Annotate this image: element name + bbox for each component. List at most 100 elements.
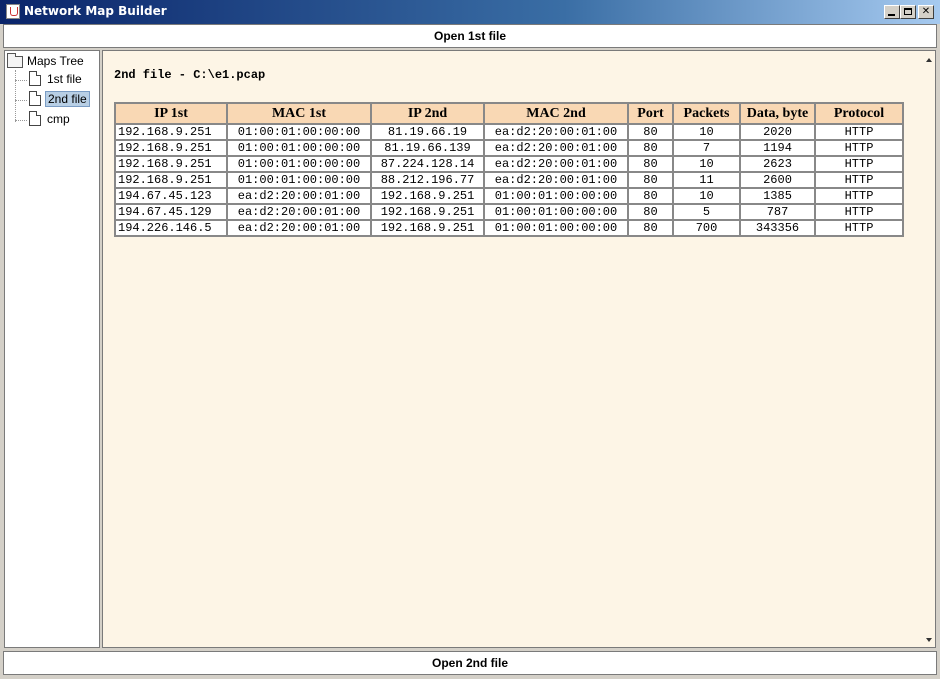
tree-root-label: Maps Tree <box>27 54 84 68</box>
table-row[interactable]: 194.226.146.5 ea:d2:20:00:01:00 192.168.… <box>114 219 904 237</box>
connections-table: IP 1st MAC 1st IP 2nd MAC 2nd Port Packe… <box>114 102 904 237</box>
cell-data-byte: 2623 <box>739 155 816 173</box>
cell-ip-2nd: 87.224.128.14 <box>370 155 485 173</box>
column-header-ip-2nd: IP 2nd <box>370 102 485 125</box>
cell-mac-2nd: ea:d2:20:00:01:00 <box>483 155 629 173</box>
folder-icon <box>7 53 23 68</box>
cell-packets: 10 <box>672 155 741 173</box>
cell-ip-2nd: 192.168.9.251 <box>370 187 485 205</box>
cell-protocol: HTTP <box>814 187 904 205</box>
open-first-file-button[interactable]: Open 1st file <box>3 24 937 48</box>
content-panel: 2nd file - C:\e1.pcap IP 1st MAC 1st IP … <box>102 50 936 648</box>
maximize-button[interactable] <box>900 5 916 19</box>
cell-protocol: HTTP <box>814 219 904 237</box>
cell-ip-2nd: 192.168.9.251 <box>370 219 485 237</box>
cell-mac-2nd: 01:00:01:00:00:00 <box>483 187 629 205</box>
column-header-packets: Packets <box>672 102 741 125</box>
title-bar[interactable]: Network Map Builder ✕ <box>0 0 940 24</box>
cell-data-byte: 1385 <box>739 187 816 205</box>
cell-ip-1st: 192.168.9.251 <box>114 171 228 189</box>
table-row[interactable]: 192.168.9.251 01:00:01:00:00:00 87.224.1… <box>114 155 904 173</box>
column-header-port: Port <box>627 102 674 125</box>
table-row[interactable]: 194.67.45.123 ea:d2:20:00:01:00 192.168.… <box>114 187 904 205</box>
column-header-data-byte: Data, byte <box>739 102 816 125</box>
table-header-row: IP 1st MAC 1st IP 2nd MAC 2nd Port Packe… <box>114 102 904 125</box>
cell-packets: 7 <box>672 139 741 157</box>
cell-mac-1st: ea:d2:20:00:01:00 <box>226 187 372 205</box>
cell-ip-1st: 194.67.45.129 <box>114 203 228 221</box>
cell-packets: 11 <box>672 171 741 189</box>
window-title: Network Map Builder <box>24 4 167 18</box>
cell-mac-1st: ea:d2:20:00:01:00 <box>226 203 372 221</box>
cell-port: 80 <box>627 123 674 141</box>
file-icon <box>29 111 41 126</box>
open-second-file-button[interactable]: Open 2nd file <box>3 651 937 675</box>
minimize-button[interactable] <box>884 5 900 19</box>
cell-data-byte: 2020 <box>739 123 816 141</box>
cell-port: 80 <box>627 219 674 237</box>
cell-protocol: HTTP <box>814 203 904 221</box>
cell-protocol: HTTP <box>814 155 904 173</box>
tree-connector <box>15 80 27 81</box>
cell-ip-2nd: 81.19.66.19 <box>370 123 485 141</box>
file-icon <box>29 71 41 86</box>
scroll-down-arrow-icon[interactable] <box>924 634 934 646</box>
cell-mac-2nd: 01:00:01:00:00:00 <box>483 203 629 221</box>
table-row[interactable]: 192.168.9.251 01:00:01:00:00:00 88.212.1… <box>114 171 904 189</box>
cell-ip-1st: 194.67.45.123 <box>114 187 228 205</box>
vertical-scrollbar[interactable] <box>923 51 935 647</box>
cell-port: 80 <box>627 187 674 205</box>
column-header-protocol: Protocol <box>814 102 904 125</box>
tree-item-label: cmp <box>47 112 70 126</box>
cell-mac-1st: 01:00:01:00:00:00 <box>226 139 372 157</box>
cell-mac-1st: 01:00:01:00:00:00 <box>226 171 372 189</box>
tree-item-label: 1st file <box>47 72 82 86</box>
cell-packets: 700 <box>672 219 741 237</box>
cell-mac-1st: 01:00:01:00:00:00 <box>226 155 372 173</box>
tree-item-label: 2nd file <box>45 91 90 107</box>
cell-ip-2nd: 192.168.9.251 <box>370 203 485 221</box>
cell-port: 80 <box>627 203 674 221</box>
cell-ip-2nd: 88.212.196.77 <box>370 171 485 189</box>
cell-port: 80 <box>627 171 674 189</box>
cell-mac-2nd: 01:00:01:00:00:00 <box>483 219 629 237</box>
cell-ip-1st: 192.168.9.251 <box>114 155 228 173</box>
cell-data-byte: 787 <box>739 203 816 221</box>
tree-connector <box>15 70 16 122</box>
cell-mac-2nd: ea:d2:20:00:01:00 <box>483 139 629 157</box>
tree-connector <box>15 120 27 121</box>
table-row[interactable]: 192.168.9.251 01:00:01:00:00:00 81.19.66… <box>114 139 904 157</box>
cell-mac-1st: ea:d2:20:00:01:00 <box>226 219 372 237</box>
cell-ip-1st: 192.168.9.251 <box>114 123 228 141</box>
cell-ip-1st: 194.226.146.5 <box>114 219 228 237</box>
cell-mac-2nd: ea:d2:20:00:01:00 <box>483 123 629 141</box>
cell-packets: 10 <box>672 187 741 205</box>
app-window: Network Map Builder ✕ Open 1st file Maps… <box>0 0 940 679</box>
tree-connector <box>15 100 27 101</box>
cell-packets: 10 <box>672 123 741 141</box>
cell-data-byte: 2600 <box>739 171 816 189</box>
column-header-mac-2nd: MAC 2nd <box>483 102 629 125</box>
cell-data-byte: 343356 <box>739 219 816 237</box>
cell-protocol: HTTP <box>814 171 904 189</box>
cell-mac-2nd: ea:d2:20:00:01:00 <box>483 171 629 189</box>
close-button[interactable]: ✕ <box>918 5 934 19</box>
cell-port: 80 <box>627 155 674 173</box>
column-header-mac-1st: MAC 1st <box>226 102 372 125</box>
java-cup-icon <box>6 4 20 19</box>
cell-protocol: HTTP <box>814 139 904 157</box>
file-title: 2nd file - C:\e1.pcap <box>114 68 266 82</box>
cell-ip-2nd: 81.19.66.139 <box>370 139 485 157</box>
cell-port: 80 <box>627 139 674 157</box>
cell-packets: 5 <box>672 203 741 221</box>
scroll-up-arrow-icon[interactable] <box>924 54 934 66</box>
maps-tree: Maps Tree 1st file 2nd file cmp <box>4 50 100 648</box>
cell-ip-1st: 192.168.9.251 <box>114 139 228 157</box>
table-row[interactable]: 194.67.45.129 ea:d2:20:00:01:00 192.168.… <box>114 203 904 221</box>
table-row[interactable]: 192.168.9.251 01:00:01:00:00:00 81.19.66… <box>114 123 904 141</box>
column-header-ip-1st: IP 1st <box>114 102 228 125</box>
file-icon <box>29 91 41 106</box>
cell-protocol: HTTP <box>814 123 904 141</box>
cell-mac-1st: 01:00:01:00:00:00 <box>226 123 372 141</box>
cell-data-byte: 1194 <box>739 139 816 157</box>
